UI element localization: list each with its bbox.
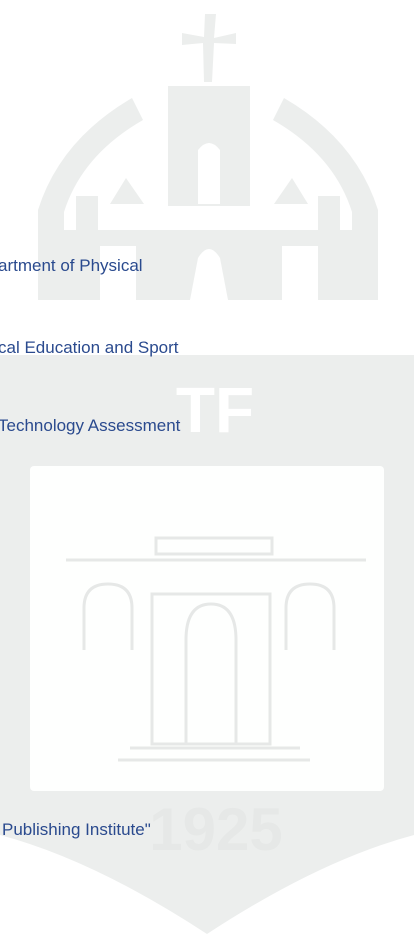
link-publishing-institute[interactable]: Publishing Institute" — [2, 820, 151, 840]
crest-watermark-logo: TF 1925 — [0, 14, 414, 934]
watermark-year: 1925 — [149, 796, 282, 863]
watermark-letters: TF — [176, 374, 254, 446]
link-department-physical[interactable]: artment of Physical — [0, 256, 143, 276]
link-physical-education-sport[interactable]: cal Education and Sport — [0, 338, 179, 358]
shield-icon: TF 1925 — [0, 355, 414, 934]
link-technology-assessment[interactable]: Technology Assessment — [0, 416, 180, 436]
